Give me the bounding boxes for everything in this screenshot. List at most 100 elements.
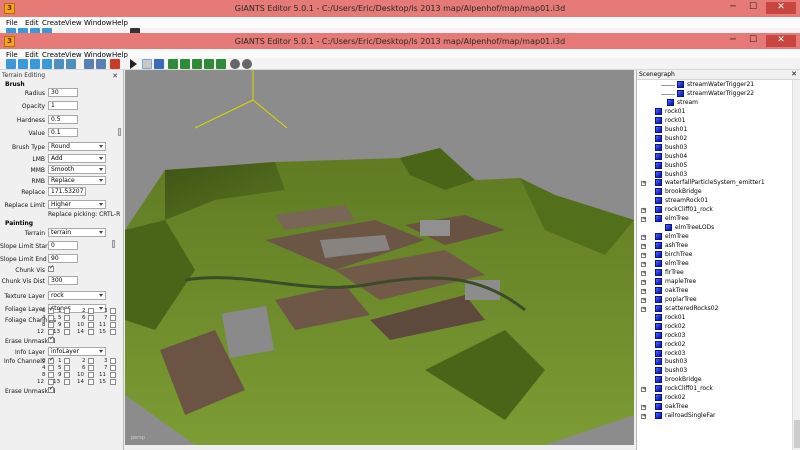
expand-icon[interactable]: + <box>641 244 646 250</box>
terrain-sculpt-icon[interactable] <box>168 59 178 69</box>
expand-icon[interactable]: + <box>641 306 646 312</box>
value-slider[interactable] <box>118 128 121 136</box>
mmb-select[interactable]: Smooth <box>48 165 106 174</box>
info-layer-select[interactable]: infoLayer <box>48 347 106 356</box>
scenegraph-item[interactable]: birchTree <box>655 251 692 260</box>
settings-icon[interactable] <box>242 59 252 69</box>
chunk-vis-dist-input[interactable]: 300 <box>48 276 78 285</box>
slope-start-slider[interactable] <box>112 240 115 248</box>
3d-viewport[interactable]: persp <box>125 70 634 445</box>
minimize-icon[interactable]: ─ <box>724 35 742 47</box>
undo-icon[interactable] <box>84 59 94 69</box>
minimize-icon[interactable]: ─ <box>724 2 742 14</box>
scenegraph-item[interactable]: rock01 <box>655 313 685 323</box>
import-icon[interactable] <box>66 59 76 69</box>
scenegraph-item[interactable]: rock03 <box>655 331 685 341</box>
channel-checkbox[interactable] <box>88 358 94 364</box>
expand-icon[interactable]: + <box>641 414 646 420</box>
scenegraph-item[interactable]: elmTreeLODs <box>665 224 714 233</box>
channel-checkbox[interactable] <box>64 358 70 364</box>
erase-unmasked2-checkbox[interactable] <box>48 387 54 393</box>
scrollbar-thumb[interactable] <box>794 420 800 448</box>
scenegraph-item[interactable]: rock01 <box>655 116 685 126</box>
expand-icon[interactable]: + <box>641 387 646 393</box>
expand-icon[interactable]: + <box>641 217 646 223</box>
delete-icon[interactable] <box>110 59 120 69</box>
close-icon[interactable]: ✕ <box>766 2 796 14</box>
channel-checkbox[interactable] <box>110 379 116 385</box>
brush-type-select[interactable]: Round <box>48 142 106 151</box>
play-icon[interactable] <box>130 59 137 69</box>
open-file-icon[interactable] <box>18 59 28 69</box>
expand-icon[interactable]: + <box>641 181 646 187</box>
scenegraph-item[interactable]: rock03 <box>655 349 685 359</box>
expand-icon[interactable]: + <box>641 270 646 276</box>
scenegraph-item[interactable]: elmTree <box>655 233 689 242</box>
erase-unmasked-checkbox[interactable] <box>48 337 54 343</box>
scenegraph-item[interactable]: elmTree <box>655 215 689 224</box>
back-menu-file[interactable]: File <box>6 19 18 27</box>
channel-checkbox[interactable] <box>64 379 70 385</box>
channel-checkbox[interactable] <box>88 329 94 335</box>
redo-icon[interactable] <box>96 59 106 69</box>
channel-checkbox[interactable] <box>110 308 116 314</box>
scenegraph-item[interactable]: streamWaterTrigger21 <box>677 81 754 90</box>
terrain-paint-icon[interactable] <box>180 59 190 69</box>
scenegraph-item[interactable]: rockCliff01_rock <box>655 385 713 394</box>
lmb-select[interactable]: Add <box>48 154 106 163</box>
channel-checkbox[interactable] <box>64 308 70 314</box>
back-menu-view[interactable]: View <box>65 19 82 27</box>
texture-paint-icon[interactable] <box>216 59 226 69</box>
scenegraph-item[interactable]: rock02 <box>655 322 685 332</box>
scenegraph-scrollbar[interactable] <box>792 80 800 450</box>
scenegraph-item[interactable]: rock01 <box>655 107 685 117</box>
channel-checkbox[interactable] <box>48 315 54 321</box>
scenegraph-item[interactable]: streamRock01 <box>655 197 708 206</box>
radius-input[interactable]: 30 <box>48 88 78 97</box>
scenegraph-item[interactable]: rock02 <box>655 340 685 350</box>
scenegraph-item[interactable]: ashTree <box>655 242 688 251</box>
expand-icon[interactable]: + <box>641 279 646 285</box>
channel-checkbox[interactable] <box>48 322 54 328</box>
channel-checkbox[interactable] <box>88 365 94 371</box>
scenegraph-item[interactable]: streamWaterTrigger22 <box>677 89 754 99</box>
scenegraph-item[interactable]: brookBridge <box>655 376 702 385</box>
scenegraph-item[interactable]: bush04 <box>655 152 687 162</box>
texture-layer-select[interactable]: rock <box>48 291 106 300</box>
expand-icon[interactable]: + <box>641 208 646 214</box>
scenegraph-item[interactable]: waterfallParticleSystem_emitter1 <box>655 179 765 188</box>
scenegraph-item[interactable]: elmTree <box>655 260 689 269</box>
channel-checkbox[interactable] <box>110 365 116 371</box>
save-icon[interactable] <box>30 59 40 69</box>
terrain-select[interactable]: terrain <box>48 228 106 237</box>
info-layer-icon[interactable] <box>204 59 214 69</box>
hardness-input[interactable]: 0.5 <box>48 115 78 124</box>
foliage-layer-select[interactable]: stones <box>48 304 106 313</box>
scenegraph-item[interactable]: poplarTree <box>655 295 697 305</box>
channel-checkbox[interactable] <box>64 365 70 371</box>
foliage-paint-icon[interactable] <box>192 59 202 69</box>
expand-icon[interactable]: + <box>641 405 646 411</box>
scenegraph-item[interactable]: stream <box>667 98 698 108</box>
expand-icon[interactable]: + <box>641 253 646 259</box>
window-titlebar[interactable]: 3 GIANTS Editor 5.0.1 - C:/Users/Eric/De… <box>0 33 800 50</box>
channel-checkbox[interactable] <box>48 358 54 364</box>
scenegraph-item[interactable]: brookBridge <box>655 188 702 197</box>
value-input[interactable]: 0.1 <box>48 128 78 137</box>
scenegraph-item[interactable]: bush05 <box>655 161 687 171</box>
channel-checkbox[interactable] <box>64 329 70 335</box>
channel-checkbox[interactable] <box>110 322 116 328</box>
opacity-input[interactable]: 1 <box>48 101 78 110</box>
channel-checkbox[interactable] <box>110 358 116 364</box>
expand-icon[interactable]: + <box>641 288 646 294</box>
back-menu-edit[interactable]: Edit <box>25 19 39 27</box>
export-icon[interactable] <box>54 59 64 69</box>
close-icon[interactable]: ✕ <box>766 35 796 47</box>
scenegraph-item[interactable]: firTree <box>655 268 684 278</box>
scenegraph-item[interactable]: rock02 <box>655 394 685 403</box>
expand-icon[interactable]: + <box>641 235 646 241</box>
maximize-icon[interactable]: ☐ <box>744 2 762 14</box>
scenegraph-item[interactable]: oakTree <box>655 286 688 296</box>
gear-icon[interactable] <box>230 59 240 69</box>
scenegraph-item[interactable]: bush03 <box>655 358 687 367</box>
